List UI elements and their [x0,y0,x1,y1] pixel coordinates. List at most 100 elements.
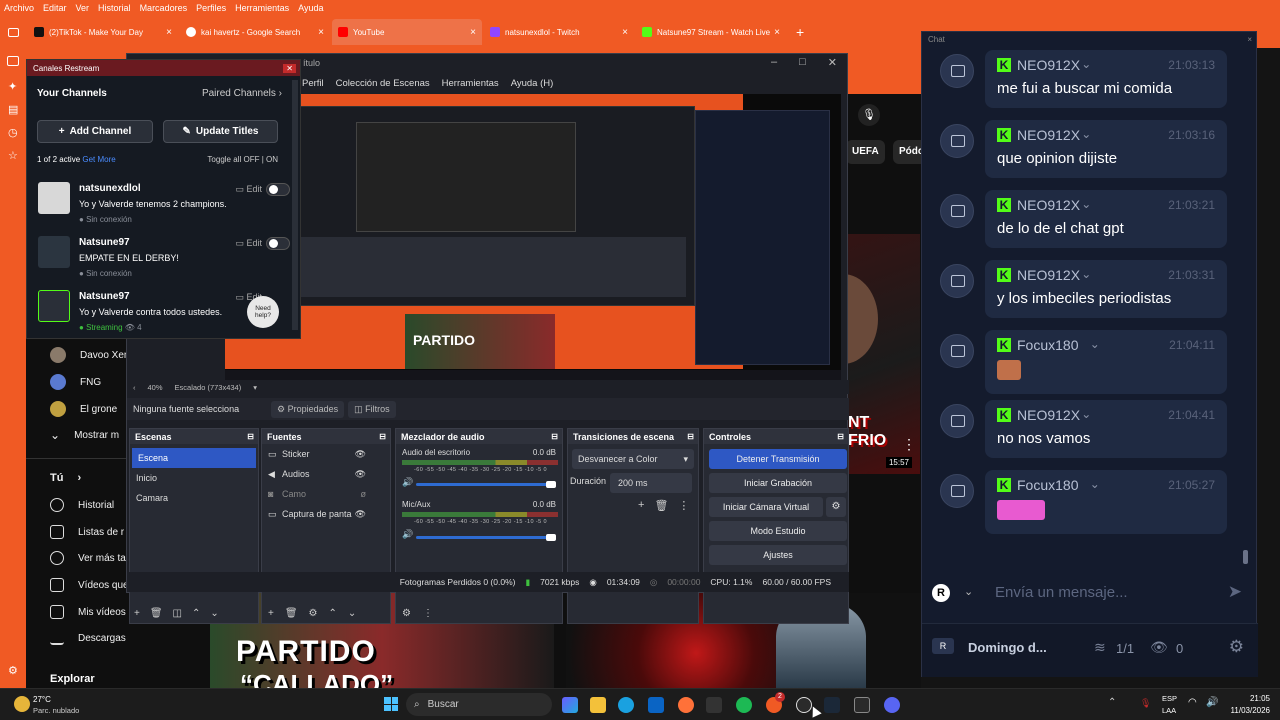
tab-kick[interactable]: Natsune97 Stream - Watch Live × [636,19,786,45]
menu-herramientas[interactable]: Herramientas [442,78,499,89]
add-icon[interactable]: + [268,608,274,619]
source-item[interactable]: ▭ Sticker 👁 [262,444,390,464]
tab-google[interactable]: kai havertz - Google Search × [180,19,330,45]
menu-ver[interactable]: Ver [76,3,90,13]
edge-icon[interactable] [618,697,634,713]
windows-start-icon[interactable] [384,697,398,711]
chat-username[interactable]: NEO912X [1017,197,1080,213]
tab-menu-icon[interactable] [0,27,26,37]
filter-icon[interactable]: ◫ [173,608,182,619]
source-item[interactable]: ▭ Captura de panta 👁 [262,504,390,524]
chat-message[interactable]: K Focux180 ⌄ 21:05:27 [985,470,1227,534]
source-item[interactable]: ◀ Audios 👁 [262,464,390,484]
update-titles-button[interactable]: ✎ Update Titles [163,120,278,143]
panel-menu-icon[interactable]: ⊟ [247,432,254,441]
obs-preview[interactable]: PARTIDO [225,94,841,384]
eye-icon[interactable]: 👁 [355,449,366,460]
maximize-icon[interactable]: □ [799,56,806,69]
capcut-icon[interactable] [706,697,722,713]
chevron-up-icon[interactable]: ⌃ [1108,697,1116,708]
scrollbar[interactable] [1243,550,1248,564]
firefox-icon[interactable] [678,697,694,713]
chevron-down-icon[interactable]: ⌄ [1081,57,1091,71]
bookmarks-icon[interactable]: ▤ [8,103,18,116]
tab-twitch[interactable]: natsunexdlol - Twitch × [484,19,634,45]
subscription-elgrone[interactable]: El grone [50,401,117,417]
history-icon[interactable]: ◷ [8,126,18,139]
trash-icon[interactable]: 🗑 [654,499,668,512]
up-icon[interactable]: ⌃ [329,608,337,619]
nav-downloads[interactable]: Descargas [50,631,126,645]
weather-icon[interactable] [14,696,30,712]
preview-zoom-prev[interactable]: ‹ [133,383,136,392]
volume-icon[interactable]: 🔊 [1206,697,1218,708]
show-more-button[interactable]: ⌄ Mostrar m [50,428,119,442]
scene-item[interactable]: Inicio [130,468,258,488]
tab-close-icon[interactable]: × [318,27,324,38]
chat-message[interactable]: K NEO912X ⌄ 21:03:13 me fui a buscar mi comi… [985,50,1227,108]
steam-icon[interactable] [824,697,840,713]
menu-archivo[interactable]: Archivo [4,3,34,13]
wifi-icon[interactable]: ◠ [1188,697,1197,708]
down-icon[interactable]: ⌄ [348,608,356,619]
more-options-icon[interactable]: ⋮ [902,436,916,453]
start-recording-button[interactable]: Iniciar Grabación [709,473,847,493]
chevron-down-icon[interactable]: ⌄ [1081,267,1091,281]
chat-message[interactable]: K NEO912X ⌄ 21:03:31 y los imbeciles periodi… [985,260,1227,318]
restream-logo-icon[interactable]: R [932,584,950,602]
menu-perfiles[interactable]: Perfiles [196,3,226,13]
speaker-icon[interactable]: 🔊 [402,477,413,488]
chevron-down-icon[interactable]: ⌄ [1090,477,1100,491]
menu-ayuda[interactable]: Ayuda [298,3,323,13]
speaker-icon[interactable]: 🔊 [402,529,413,540]
gear-icon[interactable]: ⚙ [309,608,318,619]
minimize-icon[interactable]: – [771,56,777,69]
chat-username[interactable]: NEO912X [1017,407,1080,423]
sidebar-icon[interactable] [7,56,19,66]
chat-message[interactable]: K Focux180 ⌄ 21:04:11 [985,330,1227,394]
chevron-down-icon[interactable]: ⌄ [1081,197,1091,211]
panel-menu-icon[interactable]: ⊟ [379,432,386,441]
chat-username[interactable]: Focux180 [1017,477,1078,493]
up-icon[interactable]: ⌃ [192,608,200,619]
preview-scaling[interactable]: Escalado (773x434) [175,383,242,392]
eye-icon[interactable]: 👁 [355,469,366,480]
panel-menu-icon[interactable]: ⊟ [837,432,844,441]
taskbar-search[interactable]: ⌕ Buscar [406,693,552,716]
chat-message[interactable]: K NEO912X ⌄ 21:04:41 no nos vamos [985,400,1227,458]
stop-streaming-button[interactable]: Detener Transmisión [709,449,847,469]
volume-knob[interactable] [546,534,556,541]
toggle-all-on[interactable]: ON [266,155,278,164]
spotify-icon[interactable] [736,697,752,713]
clock-time[interactable]: 21:05 [1226,694,1270,703]
subscription-fng[interactable]: FNG [50,374,101,390]
menu-historial[interactable]: Historial [98,3,131,13]
close-icon[interactable]: ✕ [283,63,296,73]
channel-toggle[interactable] [266,183,290,196]
studio-mode-button[interactable]: Modo Estudio [709,521,847,541]
filters-button[interactable]: ◫ Filtros [348,400,396,418]
menu-ayuda[interactable]: Ayuda (H) [511,78,554,89]
trash-icon[interactable]: 🗑 [150,608,163,619]
settings-button[interactable]: Ajustes [709,545,847,565]
voice-search-icon[interactable]: 🎙 [858,104,880,126]
chevron-down-icon[interactable]: ⌄ [1081,407,1091,421]
chat-message[interactable]: K NEO912X ⌄ 21:03:21 de lo de el chat gpt [985,190,1227,248]
weather-temp[interactable]: 27°C [33,695,51,704]
input-language[interactable]: ESP [1162,694,1177,703]
get-more-link[interactable]: Get More [82,155,115,164]
edit-button[interactable]: ▭ Edit [235,238,262,249]
tab-youtube[interactable]: YouTube × [332,19,482,45]
panel-menu-icon[interactable]: ⊟ [551,432,558,441]
chat-username[interactable]: NEO912X [1017,57,1080,73]
nav-playlists[interactable]: Listas de r [50,525,124,539]
tab-close-icon[interactable]: × [774,27,780,38]
volume-slider[interactable] [416,536,556,539]
close-icon[interactable]: ✕ [828,56,837,69]
source-item[interactable]: ◙ Camo ø [262,484,390,504]
edit-button[interactable]: ▭ Edit [235,184,262,195]
menu-editar[interactable]: Editar [43,3,67,13]
send-icon[interactable]: ➤ [1228,582,1242,602]
menu-herramientas[interactable]: Herramientas [235,3,289,13]
properties-button[interactable]: ⚙ Propiedades [271,400,345,418]
